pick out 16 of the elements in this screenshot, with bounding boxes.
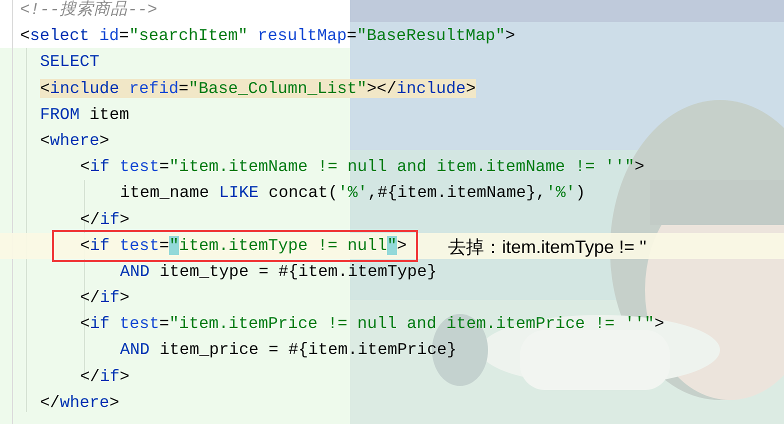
code-line: item_name LIKE concat('%',#{item.itemName},'%') <box>120 183 586 202</box>
code-line: </where> <box>40 392 120 412</box>
code-line: </if> <box>80 288 130 308</box>
code-line: AND item_price = #{item.itemPrice} <box>120 340 457 360</box>
code-line: <if test="item.itemPrice != null and item.itemPrice != ''"> <box>80 314 664 334</box>
code-line: </if> <box>80 210 130 228</box>
code-line: <if test="item.itemName != null and item.itemName != ''"> <box>80 157 644 176</box>
annotation-text: 去掉：item.itemType != '' <box>448 236 646 259</box>
code-line: AND item_type = #{item.itemType} <box>120 262 437 281</box>
code-line: </if> <box>80 366 130 386</box>
code-line: SELECT <box>40 52 100 72</box>
code-line: <!--搜索商品--> <box>20 0 158 19</box>
code-line: <select id="searchItem" resultMap="BaseResultMap"> <box>20 26 516 46</box>
code-line: FROM item <box>40 104 130 124</box>
code-line: <if test="item.itemType != null"> <box>80 236 407 255</box>
code-line: <where> <box>40 130 110 150</box>
